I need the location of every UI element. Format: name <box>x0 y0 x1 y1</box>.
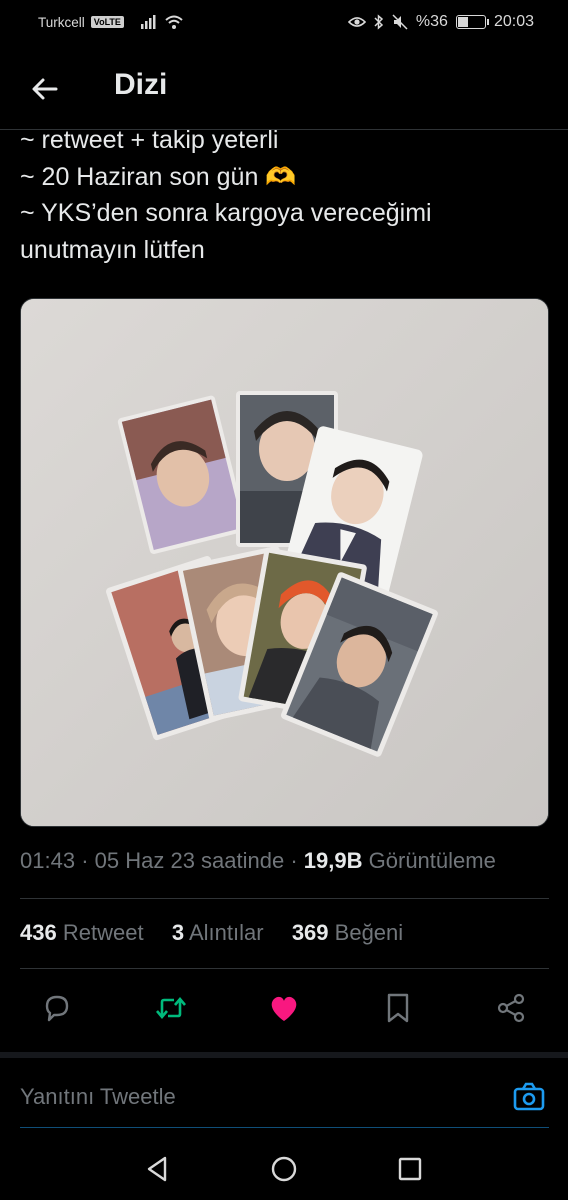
battery-percent: %36 <box>415 13 448 30</box>
section-divider <box>0 1052 568 1058</box>
reply-input[interactable]: Yanıtını Tweetle <box>20 1084 176 1110</box>
like-count[interactable]: 369 <box>292 920 329 945</box>
bluetooth-icon <box>374 14 384 30</box>
tweet-stats: 436 Retweet 3 Alıntılar 369 Beğeni <box>20 920 403 946</box>
bookmark-icon <box>387 993 409 1023</box>
circle-home-icon[interactable] <box>269 1154 299 1184</box>
retweet-count[interactable]: 436 <box>20 920 57 945</box>
quote-count[interactable]: 3 <box>172 920 184 945</box>
reply-underline <box>20 1127 549 1128</box>
volte-badge: VoLTE <box>90 16 124 28</box>
wifi-icon <box>165 15 183 29</box>
system-nav-bar <box>0 1140 568 1200</box>
tweet-time: 01:43 <box>20 848 76 873</box>
carrier-name: Turkcell <box>38 14 85 30</box>
status-bar: Turkcell VoLTE %36 20:03 <box>0 0 568 44</box>
tweet-line: ~ YKS’den sonra kargoya vereceğimi <box>20 199 432 227</box>
comment-icon <box>45 995 69 1022</box>
eye-icon <box>347 17 366 27</box>
tweet-line: ~ 20 Haziran son gün 🫶 <box>20 162 297 191</box>
divider <box>20 968 549 969</box>
battery-icon <box>455 15 489 29</box>
bookmark-button[interactable] <box>375 985 421 1031</box>
heart-icon <box>271 996 297 1021</box>
top-app-bar: Dizi <box>0 48 568 130</box>
square-recents-icon[interactable] <box>395 1154 425 1184</box>
like-label[interactable]: Beğeni <box>335 920 404 945</box>
retweet-label[interactable]: Retweet <box>63 920 144 945</box>
arrow-left-icon[interactable] <box>28 72 62 106</box>
retweet-button[interactable] <box>148 985 194 1031</box>
tweet-actions <box>0 985 568 1031</box>
share-icon <box>497 993 525 1023</box>
quote-label[interactable]: Alıntılar <box>189 920 264 945</box>
views-label[interactable]: Görüntüleme <box>369 848 496 873</box>
divider <box>20 898 549 899</box>
like-button[interactable] <box>261 985 307 1031</box>
signal-icon <box>140 15 156 29</box>
triangle-back-icon[interactable] <box>143 1154 173 1184</box>
page-title: Dizi <box>114 68 168 101</box>
views-count: 19,9B <box>303 848 363 873</box>
mute-icon <box>392 14 408 30</box>
share-button[interactable] <box>488 985 534 1031</box>
camera-icon[interactable] <box>512 1080 546 1114</box>
photocards-illustration <box>21 299 548 826</box>
reply-button[interactable] <box>34 985 80 1031</box>
retweet-icon <box>156 996 186 1020</box>
clock: 20:03 <box>493 13 534 30</box>
tweet-photo[interactable] <box>20 298 549 827</box>
tweet-meta: 01:43 · 05 Haz 23 saatinde · 19,9B Görün… <box>20 848 496 873</box>
tweet-text: ~ retweet + takip yeterli ~ 20 Haziran s… <box>20 122 550 268</box>
tweet-date: 05 Haz 23 saatinde <box>94 848 285 873</box>
tweet-line: unutmayın lütfen <box>20 235 205 264</box>
